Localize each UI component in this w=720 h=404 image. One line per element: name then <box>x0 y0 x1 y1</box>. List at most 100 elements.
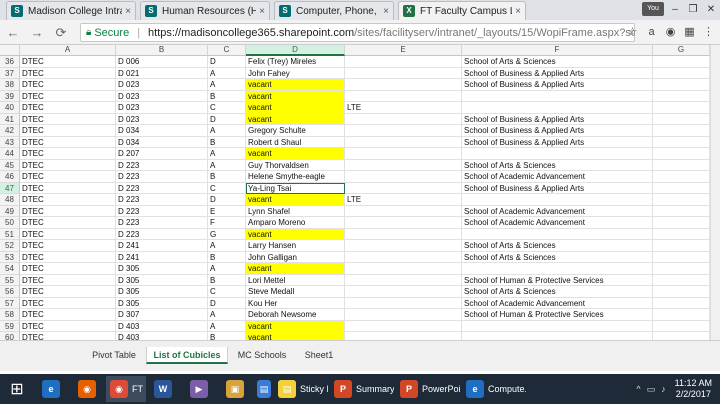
cell-g[interactable] <box>653 332 710 340</box>
cell-c[interactable]: D <box>208 56 246 68</box>
cell-e[interactable] <box>345 148 462 160</box>
cell-d[interactable]: Gregory Schulte <box>246 125 345 137</box>
cell-g[interactable] <box>653 113 710 125</box>
cell-d[interactable]: Felix (Trey) Mireles <box>246 56 345 68</box>
cell-c[interactable]: D <box>208 297 246 309</box>
cell-a[interactable]: DTEC <box>20 79 116 91</box>
cell-g[interactable] <box>653 171 710 183</box>
cell-a[interactable]: DTEC <box>20 205 116 217</box>
tray-expand-icon[interactable]: ^ <box>636 384 640 394</box>
row-header[interactable]: 44 <box>0 148 20 160</box>
cell-a[interactable]: DTEC <box>20 56 116 68</box>
cell-g[interactable] <box>653 79 710 91</box>
cell-e[interactable] <box>345 125 462 137</box>
cell-b[interactable]: D 305 <box>116 286 208 298</box>
cell-a[interactable]: DTEC <box>20 194 116 206</box>
cell-e[interactable] <box>345 332 462 340</box>
cell-e[interactable] <box>345 297 462 309</box>
cell-g[interactable] <box>653 263 710 275</box>
cell-e[interactable] <box>345 182 462 194</box>
cell-g[interactable] <box>653 194 710 206</box>
maximize-button[interactable]: ❐ <box>684 0 702 20</box>
cell-b[interactable]: D 223 <box>116 182 208 194</box>
cell-d[interactable]: vacant <box>246 113 345 125</box>
cell-a[interactable]: DTEC <box>20 228 116 240</box>
cell-g[interactable] <box>653 217 710 229</box>
windows-start-icon[interactable]: ⊞ <box>0 376 34 402</box>
cell-a[interactable]: DTEC <box>20 102 116 114</box>
row-header[interactable]: 57 <box>0 297 20 309</box>
cell-g[interactable] <box>653 309 710 321</box>
cell-a[interactable]: DTEC <box>20 67 116 79</box>
battery-icon[interactable]: ▭ <box>647 384 656 395</box>
cell-b[interactable]: D 241 <box>116 240 208 252</box>
cell-b[interactable]: D 307 <box>116 309 208 321</box>
cell-b[interactable]: D 223 <box>116 194 208 206</box>
cell-d[interactable]: vacant <box>246 90 345 102</box>
column-header-g[interactable]: G <box>653 45 710 56</box>
cell-a[interactable]: DTEC <box>20 274 116 286</box>
cell-c[interactable]: C <box>208 286 246 298</box>
cell-f[interactable]: School of Business & Applied Arts <box>462 136 653 148</box>
cell-g[interactable] <box>653 205 710 217</box>
cell-c[interactable]: A <box>208 240 246 252</box>
cell-b[interactable]: D 006 <box>116 56 208 68</box>
cell-d[interactable]: Helene Smythe-eagle <box>246 171 345 183</box>
row-header[interactable]: 41 <box>0 113 20 125</box>
cell-f[interactable]: School of Arts & Sciences <box>462 159 653 171</box>
cell-a[interactable]: DTEC <box>20 217 116 229</box>
cell-g[interactable] <box>653 159 710 171</box>
cell-e[interactable]: LTE <box>345 194 462 206</box>
cell-c[interactable]: F <box>208 217 246 229</box>
row-header[interactable]: 47 <box>0 182 20 194</box>
cell-f[interactable] <box>462 332 653 340</box>
cell-e[interactable] <box>345 171 462 183</box>
cell-g[interactable] <box>653 274 710 286</box>
row-header[interactable]: 48 <box>0 194 20 206</box>
cell-e[interactable] <box>345 251 462 263</box>
cell-f[interactable] <box>462 148 653 160</box>
cell-b[interactable]: D 403 <box>116 320 208 332</box>
row-header[interactable]: 40 <box>0 102 20 114</box>
cell-c[interactable]: C <box>208 182 246 194</box>
cell-c[interactable]: A <box>208 67 246 79</box>
cell-g[interactable] <box>653 251 710 263</box>
cell-e[interactable] <box>345 240 462 252</box>
cell-a[interactable]: DTEC <box>20 297 116 309</box>
cell-d[interactable]: John Fahey <box>246 67 345 79</box>
cell-d[interactable]: Amparo Moreno <box>246 217 345 229</box>
bookmark-star-icon[interactable]: ☆ <box>625 24 640 40</box>
cell-d[interactable]: vacant <box>246 194 345 206</box>
cell-f[interactable]: School of Business & Applied Arts <box>462 67 653 79</box>
cell-c[interactable]: D <box>208 113 246 125</box>
cell-c[interactable]: A <box>208 320 246 332</box>
column-header-b[interactable]: B <box>116 45 208 56</box>
cell-b[interactable]: D 207 <box>116 148 208 160</box>
taskbar-app[interactable]: e Compute... <box>462 376 526 402</box>
cell-e[interactable] <box>345 320 462 332</box>
cell-b[interactable]: D 223 <box>116 217 208 229</box>
cell-d[interactable]: vacant <box>246 102 345 114</box>
cell-g[interactable] <box>653 286 710 298</box>
cell-a[interactable]: DTEC <box>20 320 116 332</box>
cell-f[interactable] <box>462 194 653 206</box>
extension-icon[interactable]: ◉ <box>663 24 678 40</box>
column-header-d[interactable]: D <box>246 45 345 56</box>
spreadsheet-grid[interactable]: A B C D E F G 36 DTEC D 006 D Felix (Trey) Mireles S… <box>0 45 720 340</box>
close-tab-icon[interactable]: × <box>259 6 265 17</box>
row-header[interactable]: 53 <box>0 251 20 263</box>
back-arrow-icon[interactable]: ← <box>4 24 22 41</box>
taskbar-app[interactable]: ▶ <box>182 376 216 402</box>
cell-f[interactable] <box>462 320 653 332</box>
cell-a[interactable]: DTEC <box>20 125 116 137</box>
system-clock[interactable]: 11:12 AM 2/2/2017 <box>675 378 712 400</box>
cell-c[interactable]: A <box>208 159 246 171</box>
cell-e[interactable] <box>345 136 462 148</box>
cell-c[interactable]: A <box>208 309 246 321</box>
cell-e[interactable] <box>345 228 462 240</box>
cell-d[interactable]: Kou Her <box>246 297 345 309</box>
cell-g[interactable] <box>653 102 710 114</box>
cell-a[interactable]: DTEC <box>20 113 116 125</box>
column-header-e[interactable]: E <box>345 45 462 56</box>
sheet-tab[interactable]: MC Schools <box>230 347 294 364</box>
